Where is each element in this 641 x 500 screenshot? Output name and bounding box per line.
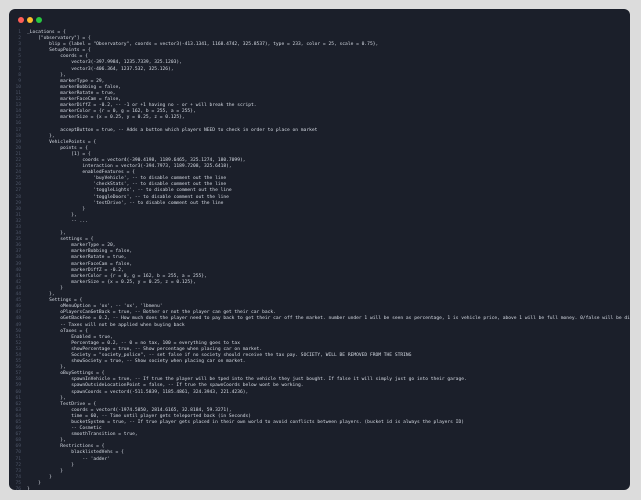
line-text: } bbox=[27, 487, 30, 490]
line-text: -- ... bbox=[27, 218, 88, 224]
maximize-window-button[interactable] bbox=[36, 17, 42, 23]
close-window-button[interactable] bbox=[18, 17, 24, 23]
code-editor-window: 1 _Locations = {2 ["observatory"] = {3 bl… bbox=[9, 9, 630, 490]
line-text: acceptButton = true, -- Adds a button wh… bbox=[27, 127, 318, 133]
line-number: 76 bbox=[15, 487, 21, 490]
code-line: 76} bbox=[9, 487, 630, 490]
minimize-window-button[interactable] bbox=[27, 17, 33, 23]
code-area[interactable]: 1 _Locations = {2 ["observatory"] = {3 bl… bbox=[9, 30, 630, 490]
line-text: markerSize = {x = 0.25, y = 0.25, z = 0.… bbox=[27, 115, 185, 121]
window-titlebar bbox=[9, 9, 630, 29]
